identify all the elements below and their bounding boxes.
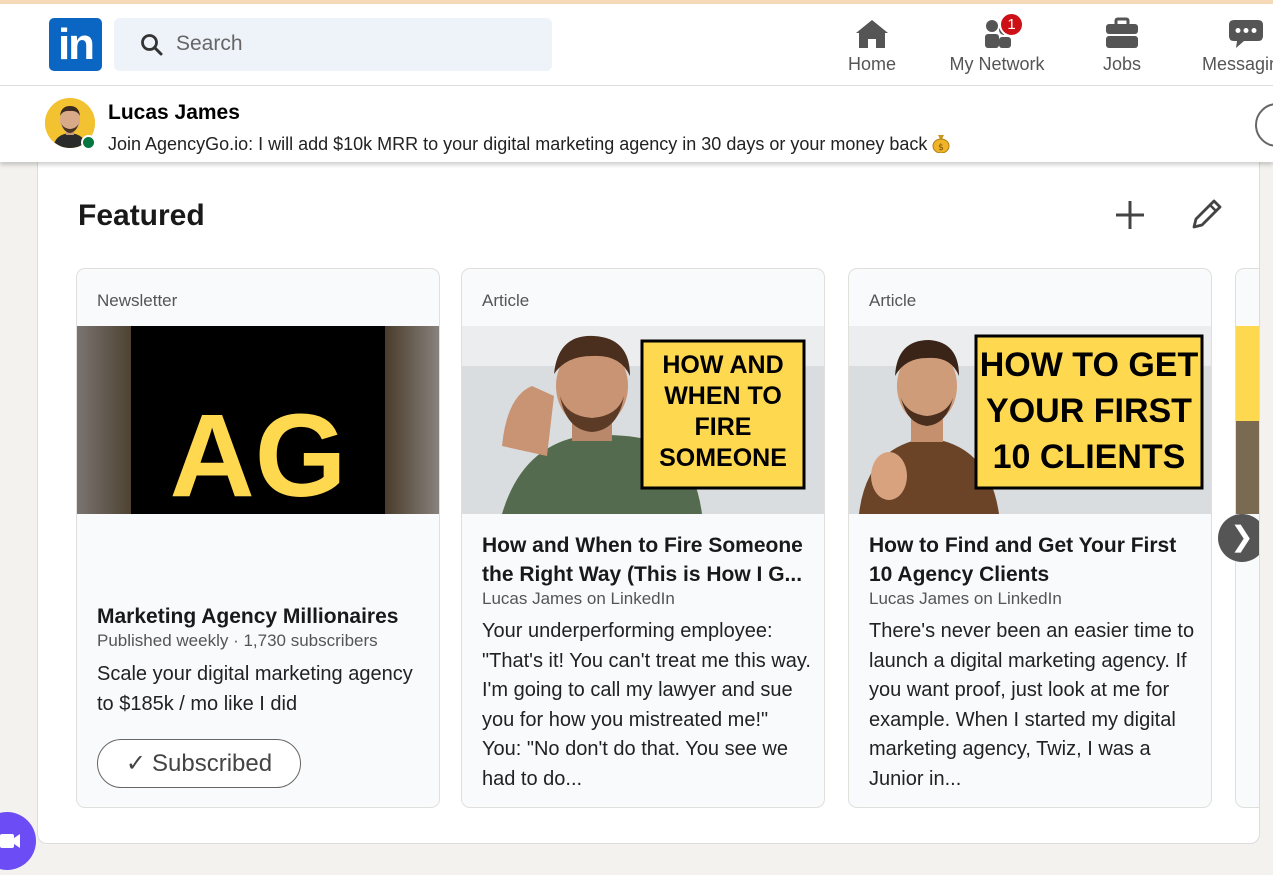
item-subtitle: Published weekly · 1,730 subscribers <box>97 631 378 650</box>
profile-name: Lucas James <box>108 101 240 124</box>
add-icon[interactable] <box>1110 195 1150 235</box>
article-thumbnail: HOW AND WHEN TO FIRE SOMEONE <box>462 326 824 514</box>
nav-jobs-label: Jobs <box>1102 54 1142 74</box>
featured-item-article-1[interactable]: Article HOW AND WHEN TO FIRE SOMEONE How… <box>461 268 825 808</box>
thumb-line-4: SOMEONE <box>659 444 787 472</box>
nav-home[interactable]: Home <box>812 12 932 82</box>
featured-item-article-2[interactable]: Article HOW TO GET YOUR FIRST 10 CLIENTS… <box>848 268 1212 808</box>
newsletter-logo-text: AG <box>170 390 347 514</box>
checkmark-icon: ✓ <box>125 750 147 777</box>
item-author: Lucas James on LinkedIn <box>482 589 675 608</box>
ag-logo-image: AG <box>77 326 439 514</box>
global-nav: in Home 1 My Network Jobs <box>0 4 1273 86</box>
briefcase-icon <box>1106 17 1138 48</box>
subscribed-button[interactable]: ✓ Subscribed <box>97 739 301 788</box>
thumb-line-2: WHEN TO <box>664 382 782 410</box>
item-description: Scale your digital marketing agency to $… <box>97 663 413 715</box>
nav-messaging-label: Messaging <box>1202 54 1273 74</box>
item-type-label: Article <box>482 291 530 310</box>
item-title: Marketing Agency Millionaires <box>97 605 399 628</box>
thumb-line-2: YOUR FIRST <box>986 392 1192 430</box>
article-thumbnail: HOW TO GET YOUR FIRST 10 CLIENTS <box>849 326 1211 514</box>
svg-text:$: $ <box>939 143 945 153</box>
home-icon <box>856 20 888 48</box>
item-description: There's never been an easier time to lau… <box>869 620 1195 790</box>
featured-item-newsletter[interactable]: Newsletter AG Marketing Agency Millionai… <box>76 268 440 808</box>
search-input[interactable] <box>176 26 536 62</box>
article-thumbnail-image <box>1236 326 1259 514</box>
profile-headline: Join AgencyGo.io: I will add $10k MRR to… <box>108 133 950 155</box>
money-bag-icon: $ <box>932 135 950 153</box>
article-thumbnail-image: HOW AND WHEN TO FIRE SOMEONE <box>462 326 824 514</box>
subscribed-label: Subscribed <box>152 750 273 777</box>
featured-section: Featured Newsletter AG Marketing Agency … <box>37 150 1260 844</box>
pencil-icon[interactable] <box>1186 195 1226 235</box>
search-icon <box>141 34 163 56</box>
thumb-line-3: 10 CLIENTS <box>993 438 1186 476</box>
item-description: Your underperforming employee: "That's i… <box>482 620 811 790</box>
online-status-dot <box>81 135 96 150</box>
sticky-profile-bar: Lucas James Join AgencyGo.io: I will add… <box>0 86 1273 162</box>
messaging-icon <box>1229 20 1263 48</box>
carousel-next-button[interactable]: ❯ <box>1218 514 1259 562</box>
notification-badge: 1 <box>999 12 1024 37</box>
profile-headline-text: Join AgencyGo.io: I will add $10k MRR to… <box>108 134 928 154</box>
video-camera-icon <box>0 834 20 848</box>
newsletter-thumbnail: AG <box>77 326 439 514</box>
item-type-label: Newsletter <box>97 291 178 310</box>
thumb-line-1: HOW AND <box>662 351 783 379</box>
item-title: How and When to Fire Someone the Right W… <box>482 534 803 586</box>
thumb-line-3: FIRE <box>695 413 752 441</box>
nav-my-network[interactable]: 1 My Network <box>937 12 1057 82</box>
search-box[interactable] <box>114 18 552 71</box>
video-call-button[interactable] <box>0 812 36 870</box>
section-title: Featured <box>78 199 205 232</box>
article-thumbnail <box>1236 326 1259 514</box>
more-actions-button[interactable] <box>1255 103 1273 147</box>
item-author: Lucas James on LinkedIn <box>869 589 1062 608</box>
article-thumbnail-image: HOW TO GET YOUR FIRST 10 CLIENTS <box>849 326 1211 514</box>
nav-my-network-label: My Network <box>949 54 1045 74</box>
linkedin-logo[interactable]: in <box>49 18 102 71</box>
item-title: How to Find and Get Your First 10 Agency… <box>869 534 1177 586</box>
nav-home-label: Home <box>847 54 896 74</box>
item-type-label: Article <box>869 291 917 310</box>
thumb-line-1: HOW TO GET <box>980 346 1199 384</box>
nav-jobs[interactable]: Jobs <box>1062 12 1182 82</box>
nav-messaging[interactable]: Messaging <box>1186 12 1273 82</box>
